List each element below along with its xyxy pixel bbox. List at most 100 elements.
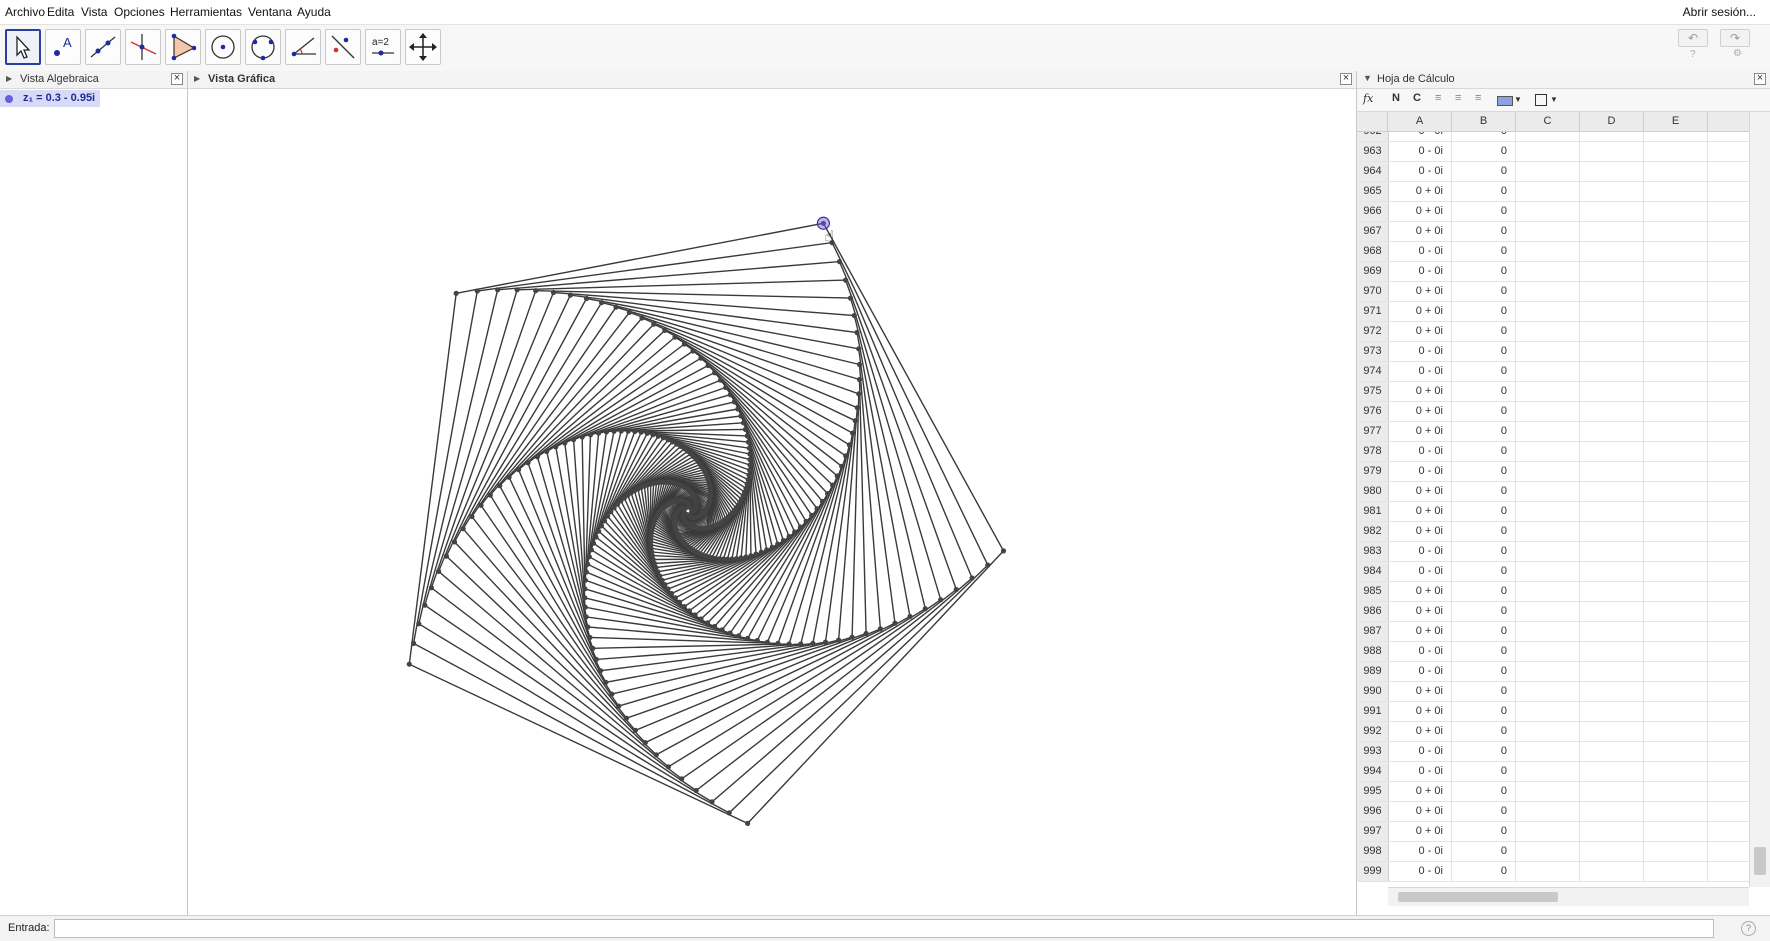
cell-c[interactable] [1516,302,1580,321]
cell-c[interactable] [1516,662,1580,681]
cell-d[interactable] [1580,382,1644,401]
cell-e[interactable] [1644,862,1708,881]
cell-a[interactable]: 0 + 0i [1388,602,1452,621]
row-number[interactable]: 985 [1357,582,1389,601]
cell-a[interactable]: 0 - 0i [1388,642,1452,661]
cell-c[interactable] [1516,582,1580,601]
row-number[interactable]: 988 [1357,642,1389,661]
cell-b[interactable]: 0 [1452,542,1516,561]
cell-e[interactable] [1644,722,1708,741]
cell-a[interactable]: 0 + 0i [1388,402,1452,421]
cell-c[interactable] [1516,542,1580,561]
cell-d[interactable] [1580,182,1644,201]
cell-e[interactable] [1644,602,1708,621]
row-number[interactable]: 966 [1357,202,1389,221]
cell-b[interactable]: 0 [1452,362,1516,381]
row-number[interactable]: 995 [1357,782,1389,801]
cell-c[interactable] [1516,142,1580,161]
cell-d[interactable] [1580,142,1644,161]
corner-cell[interactable] [1357,112,1388,131]
collapse-triangle-icon[interactable]: ▶ [6,74,12,83]
cell-e[interactable] [1644,142,1708,161]
cell-d[interactable] [1580,262,1644,281]
cell-e[interactable] [1644,422,1708,441]
cell-d[interactable] [1580,582,1644,601]
row-number[interactable]: 998 [1357,842,1389,861]
cell-b[interactable]: 0 [1452,762,1516,781]
row-number[interactable]: 978 [1357,442,1389,461]
polygon-tool-button[interactable] [165,29,201,65]
column-header-b[interactable]: B [1452,112,1516,131]
cell-d[interactable] [1580,362,1644,381]
cell-c[interactable] [1516,482,1580,501]
cell-b[interactable]: 0 [1452,322,1516,341]
cell-b[interactable]: 0 [1452,342,1516,361]
cell-e[interactable] [1644,242,1708,261]
row-number[interactable]: 970 [1357,282,1389,301]
cell-e[interactable] [1644,642,1708,661]
cell-e[interactable] [1644,282,1708,301]
row-number[interactable]: 971 [1357,302,1389,321]
cell-b[interactable]: 0 [1452,822,1516,841]
cell-b[interactable]: 0 [1452,522,1516,541]
cell-b[interactable]: 0 [1452,682,1516,701]
menu-edita[interactable]: Edita [47,5,74,19]
cell-c[interactable] [1516,202,1580,221]
cell-a[interactable]: 0 + 0i [1388,202,1452,221]
cell-e[interactable] [1644,782,1708,801]
cell-b[interactable]: 0 [1452,662,1516,681]
cell-c[interactable] [1516,702,1580,721]
cell-e[interactable] [1644,562,1708,581]
cell-d[interactable] [1580,482,1644,501]
cell-e[interactable] [1644,842,1708,861]
cell-e[interactable] [1644,342,1708,361]
cell-e[interactable] [1644,132,1708,141]
cell-a[interactable]: 0 + 0i [1388,182,1452,201]
cell-d[interactable] [1580,762,1644,781]
cell-d[interactable] [1580,402,1644,421]
cell-b[interactable]: 0 [1452,202,1516,221]
cell-a[interactable]: 0 + 0i [1388,782,1452,801]
login-link[interactable]: Abrir sesión... [1683,5,1756,19]
cell-d[interactable] [1580,802,1644,821]
cell-c[interactable] [1516,782,1580,801]
menu-vista[interactable]: Vista [81,5,107,19]
cell-b[interactable]: 0 [1452,502,1516,521]
cell-c[interactable] [1516,132,1580,141]
row-number[interactable]: 990 [1357,682,1389,701]
close-icon[interactable]: × [1754,73,1766,85]
row-number[interactable]: 987 [1357,622,1389,641]
cell-b[interactable]: 0 [1452,742,1516,761]
line-tool-button[interactable] [85,29,121,65]
cell-a[interactable]: 0 + 0i [1388,222,1452,241]
cell-c[interactable] [1516,182,1580,201]
cell-e[interactable] [1644,622,1708,641]
column-header-e[interactable]: E [1644,112,1708,131]
cell-a[interactable]: 0 + 0i [1388,702,1452,721]
cell-e[interactable] [1644,822,1708,841]
cell-c[interactable] [1516,342,1580,361]
row-number[interactable]: 980 [1357,482,1389,501]
align-right-icon[interactable]: ≡ [1475,92,1481,104]
cell-c[interactable] [1516,162,1580,181]
cell-a[interactable]: 0 + 0i [1388,482,1452,501]
cell-c[interactable] [1516,262,1580,281]
row-number[interactable]: 993 [1357,742,1389,761]
cell-e[interactable] [1644,382,1708,401]
perpendicular-tool-button[interactable] [125,29,161,65]
row-number[interactable]: 972 [1357,322,1389,341]
cell-a[interactable]: 0 - 0i [1388,242,1452,261]
row-number[interactable]: 967 [1357,222,1389,241]
circle-tool-button[interactable] [205,29,241,65]
undo-button[interactable]: ↶ [1678,29,1708,47]
cell-a[interactable]: 0 + 0i [1388,302,1452,321]
cell-e[interactable] [1644,442,1708,461]
cell-c[interactable] [1516,842,1580,861]
cell-c[interactable] [1516,822,1580,841]
cell-c[interactable] [1516,382,1580,401]
row-number[interactable]: 999 [1357,862,1389,881]
cell-e[interactable] [1644,362,1708,381]
cell-b[interactable]: 0 [1452,482,1516,501]
row-number[interactable]: 984 [1357,562,1389,581]
chevron-down-icon[interactable]: ▼ [1514,95,1522,104]
